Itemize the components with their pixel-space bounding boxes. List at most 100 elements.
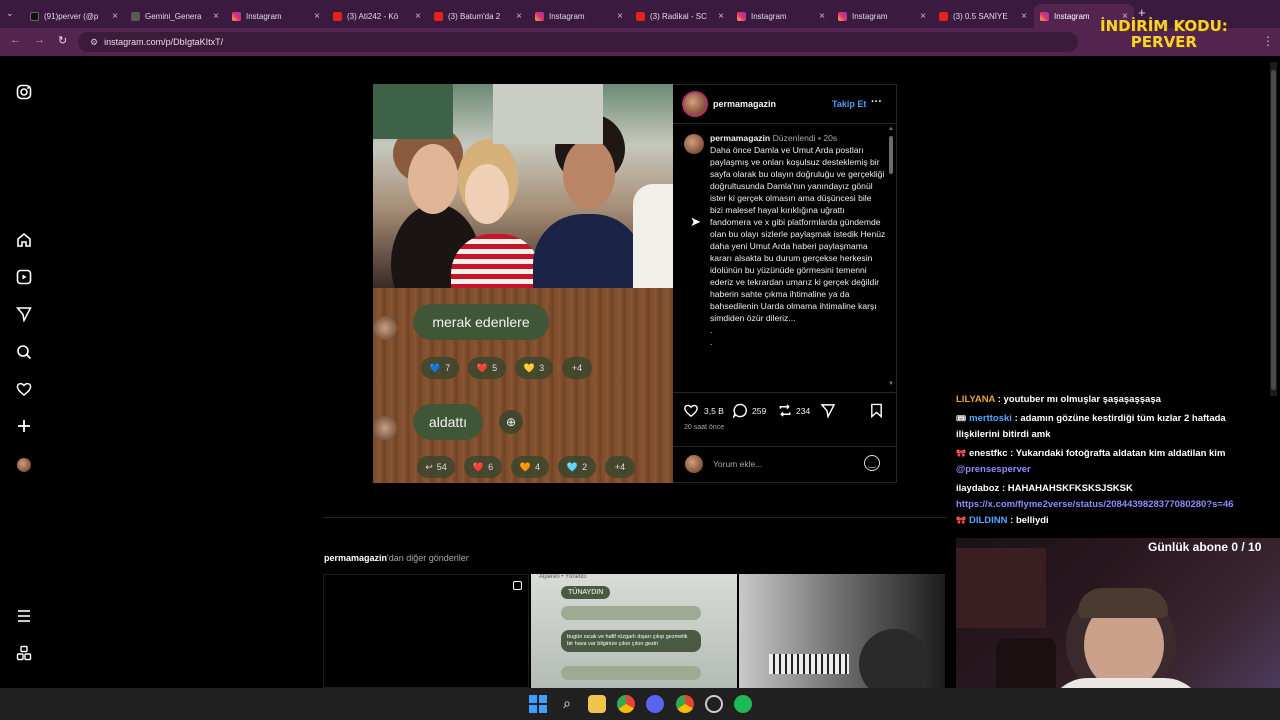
more-menu-icon[interactable] bbox=[14, 606, 34, 626]
caption-username[interactable]: permamagazin bbox=[710, 133, 770, 143]
chat-message: ilaydaboz : HAHAHAHSKFKSKSJSKSK bbox=[956, 481, 1270, 497]
chat-username[interactable]: @prensesperver bbox=[956, 464, 1031, 475]
messages-icon[interactable] bbox=[14, 304, 34, 324]
chat-username[interactable]: ilaydaboz bbox=[956, 483, 999, 494]
obs-icon[interactable] bbox=[705, 695, 723, 713]
browser-tab[interactable]: (91)perver (@p × bbox=[24, 4, 124, 28]
browser-tab[interactable]: (3) Batum'da 2 × bbox=[428, 4, 528, 28]
comment-input[interactable]: Yorum ekle... bbox=[713, 459, 762, 469]
caption-avatar[interactable] bbox=[684, 134, 704, 154]
browser-tab[interactable]: (3) Radikal - SC × bbox=[630, 4, 730, 28]
reaction-chip: +4 bbox=[562, 357, 592, 379]
reaction-count: 54 bbox=[436, 462, 447, 472]
spotify-icon[interactable] bbox=[734, 695, 752, 713]
tab-title: Instagram bbox=[246, 11, 282, 21]
threads-apps-icon[interactable] bbox=[14, 643, 34, 663]
tab-menu-icon[interactable]: ⌄ bbox=[6, 8, 14, 19]
browser-tab[interactable]: (3) Ati242 - Kö × bbox=[327, 4, 427, 28]
tab-close-icon[interactable]: × bbox=[617, 11, 623, 22]
back-icon[interactable]: ← bbox=[10, 34, 21, 46]
home-icon[interactable] bbox=[14, 230, 34, 250]
chat-text: : HAHAHAHSKFKSKSJSKSK bbox=[1001, 483, 1133, 494]
post-thumbnail[interactable] bbox=[739, 574, 945, 688]
browser-tab[interactable]: Instagram × bbox=[226, 4, 326, 28]
author-username[interactable]: permamagazin bbox=[713, 99, 776, 109]
profile-avatar[interactable] bbox=[14, 455, 34, 475]
chat-username[interactable]: merttoski bbox=[969, 413, 1012, 424]
chrome-icon[interactable] bbox=[617, 695, 635, 713]
create-plus-icon[interactable] bbox=[14, 416, 34, 436]
more-posts-user[interactable]: permamagazin bbox=[324, 553, 387, 563]
tab-close-icon[interactable]: × bbox=[314, 11, 320, 22]
discount-overlay: İNDİRİM KODU: PERVER bbox=[1100, 18, 1228, 50]
tab-title: Gemini_Genera bbox=[145, 11, 202, 21]
stream-chat: LILYANA : youtuber mı olmuşlar şaşaşaşşa… bbox=[956, 390, 1270, 535]
post-thumbnail[interactable]: Alperen • Yönetici TÜNAYDIN bugün sıcak … bbox=[531, 574, 737, 688]
repost-icon[interactable] bbox=[777, 403, 793, 423]
reload-icon[interactable]: ↻ bbox=[58, 34, 67, 47]
likes-count[interactable]: 3,5 B bbox=[704, 406, 724, 416]
forward-icon[interactable]: → bbox=[34, 34, 45, 46]
chat-username[interactable]: enestfkc bbox=[969, 448, 1008, 459]
tab-title: (3) Ati242 - Kö bbox=[347, 11, 399, 21]
share-icon[interactable] bbox=[820, 403, 836, 423]
reels-icon[interactable] bbox=[14, 267, 34, 287]
reaction-emoji: 💛 bbox=[523, 362, 536, 373]
search-icon[interactable] bbox=[14, 342, 34, 362]
browser-menu-icon[interactable]: ⋮ bbox=[1262, 34, 1274, 48]
thumb-header: Alperen • Yönetici bbox=[539, 574, 587, 580]
browser-tab[interactable]: (3) 0.5 SANİYE × bbox=[933, 4, 1033, 28]
post-photo[interactable] bbox=[373, 84, 673, 288]
more-posts-suffix: 'dan diğer gönderiler bbox=[387, 553, 469, 563]
site-info-icon[interactable]: ⚙ bbox=[90, 37, 98, 48]
tab-title: (3) Batum'da 2 bbox=[448, 11, 501, 21]
taskbar-search-icon[interactable]: ⌕ bbox=[558, 695, 576, 713]
tab-close-icon[interactable]: × bbox=[718, 11, 724, 22]
page-scrollbar[interactable] bbox=[1270, 62, 1277, 396]
instagram-logo-icon[interactable] bbox=[14, 82, 34, 102]
chrome-profile-icon[interactable] bbox=[676, 695, 694, 713]
viewer-avatar bbox=[685, 455, 703, 473]
tab-close-icon[interactable]: × bbox=[112, 11, 118, 22]
tab-close-icon[interactable]: × bbox=[920, 11, 926, 22]
reaction-emoji: 🩵 bbox=[566, 461, 579, 472]
thumb-message: bugün sıcak ve hafif rüzgarlı dışarı çık… bbox=[561, 630, 701, 652]
chat-username[interactable]: DILDINN bbox=[969, 515, 1008, 526]
windows-taskbar bbox=[0, 688, 1280, 720]
caption-scrollbar[interactable]: ▲ ▼ bbox=[887, 126, 895, 390]
browser-tab[interactable]: Instagram × bbox=[529, 4, 629, 28]
author-avatar[interactable] bbox=[682, 91, 708, 117]
like-heart-icon[interactable] bbox=[683, 403, 699, 423]
tab-title: Instagram bbox=[751, 11, 787, 21]
notifications-heart-icon[interactable] bbox=[14, 379, 34, 399]
chat-text: : Yukarıdaki fotoğrafta aldatan kim alda… bbox=[1010, 448, 1226, 459]
section-divider bbox=[323, 517, 947, 518]
browser-tab[interactable]: Instagram × bbox=[731, 4, 831, 28]
comment-icon[interactable] bbox=[732, 403, 748, 423]
comments-count[interactable]: 259 bbox=[752, 406, 766, 416]
follow-button[interactable]: Takip Et bbox=[832, 99, 866, 109]
tab-close-icon[interactable]: × bbox=[213, 11, 219, 22]
chat-screenshot-image[interactable]: merak edenlere 💙 7 ❤️ 5 💛 3 +4 aldattı ⊕ ↩ 54 ❤️… bbox=[373, 288, 673, 483]
browser-tab[interactable]: Gemini_Genera × bbox=[125, 4, 225, 28]
emoji-icon[interactable]: ‿ bbox=[864, 455, 880, 471]
tab-close-icon[interactable]: × bbox=[1021, 11, 1027, 22]
instagram-favicon-icon bbox=[1040, 11, 1049, 21]
reaction-count: 6 bbox=[488, 462, 494, 472]
start-menu-icon[interactable] bbox=[529, 695, 547, 713]
file-explorer-icon[interactable] bbox=[588, 695, 606, 713]
tab-close-icon[interactable]: × bbox=[415, 11, 421, 22]
browser-tab[interactable]: Instagram × bbox=[832, 4, 932, 28]
reaction-emoji: 🧡 bbox=[519, 461, 532, 472]
post-options-icon[interactable]: ··· bbox=[871, 96, 882, 108]
tab-close-icon[interactable]: × bbox=[516, 11, 522, 22]
post-thumbnail[interactable] bbox=[323, 574, 529, 688]
address-bar[interactable]: ⚙ instagram.com/p/DbIgtaKItxT/ bbox=[78, 32, 1078, 52]
chat-username[interactable]: LILYANA bbox=[956, 394, 995, 405]
save-bookmark-icon[interactable] bbox=[870, 403, 883, 423]
chat-message: @prensesperver bbox=[956, 462, 1270, 478]
gemini-favicon-icon bbox=[131, 11, 140, 21]
discord-icon[interactable] bbox=[646, 695, 664, 713]
tab-close-icon[interactable]: × bbox=[819, 11, 825, 22]
reposts-count[interactable]: 234 bbox=[796, 406, 810, 416]
